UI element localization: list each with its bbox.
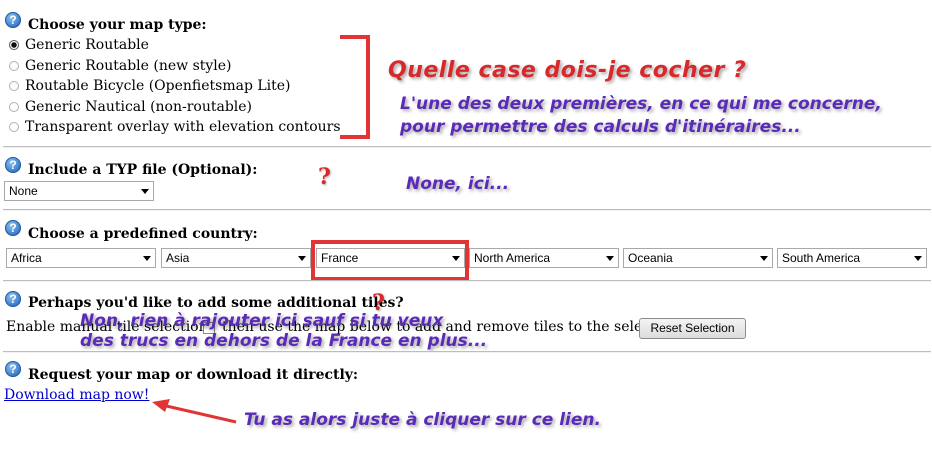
typ-file-heading: Include a TYP file (Optional): <box>28 162 258 178</box>
help-icon[interactable]: ? <box>5 291 21 307</box>
chevron-down-icon <box>606 256 614 261</box>
divider <box>3 280 931 282</box>
typ-file-select[interactable]: None <box>4 181 154 201</box>
country-select-south-america[interactable]: South America <box>777 248 927 268</box>
radio-generic-routable[interactable] <box>9 40 19 50</box>
help-icon[interactable]: ? <box>5 361 21 377</box>
help-icon[interactable]: ? <box>5 157 21 173</box>
country-select-north-america[interactable]: North America <box>469 248 619 268</box>
annotation-text: None, ici... <box>406 174 510 194</box>
select-value: South America <box>782 251 861 265</box>
annotation-bracket <box>340 35 370 139</box>
tiles-heading: Perhaps you'd like to add some additiona… <box>28 295 404 311</box>
download-map-link[interactable]: Download map now! <box>4 387 149 403</box>
select-value: Asia <box>166 251 190 265</box>
annotation-text: Non, rien à rajouter ici sauf si tu veux <box>80 311 444 331</box>
download-heading: Request your map or download it directly… <box>28 367 359 383</box>
select-value: Oceania <box>628 251 673 265</box>
help-icon[interactable]: ? <box>5 12 21 28</box>
annotation-text: des trucs en dehors de la France en plus… <box>80 331 488 351</box>
select-value: Africa <box>11 251 42 265</box>
chevron-down-icon <box>141 189 149 194</box>
select-value: None <box>9 184 38 198</box>
radio-label: Generic Routable (new style) <box>25 58 232 74</box>
country-select-africa[interactable]: Africa <box>6 248 156 268</box>
annotation-text: L'une des deux premières, en ce qui me c… <box>400 94 882 114</box>
chevron-down-icon <box>298 256 306 261</box>
reset-selection-button[interactable]: Reset Selection <box>639 318 746 339</box>
annotation-arrow <box>152 399 237 424</box>
radio-generic-routable-new[interactable] <box>9 61 19 71</box>
radio-generic-nautical[interactable] <box>9 102 19 112</box>
map-type-heading: Choose your map type: <box>28 17 207 33</box>
divider <box>3 146 931 148</box>
radio-routable-bicycle[interactable] <box>9 81 19 91</box>
radio-transparent-overlay[interactable] <box>9 122 19 132</box>
radio-label: Generic Routable <box>25 37 149 53</box>
chevron-down-icon <box>914 256 922 261</box>
select-value: North America <box>474 251 551 265</box>
country-select-asia[interactable]: Asia <box>161 248 311 268</box>
country-select-oceania[interactable]: Oceania <box>623 248 773 268</box>
chevron-down-icon <box>143 256 151 261</box>
annotation-question-mark: ? <box>318 164 331 190</box>
annotation-text: Tu as alors juste à cliquer sur ce lien. <box>244 410 601 430</box>
help-icon[interactable]: ? <box>5 220 21 236</box>
country-heading: Choose a predefined country: <box>28 226 258 242</box>
radio-label: Routable Bicycle (Openfietsmap Lite) <box>25 78 291 94</box>
annotation-title: Quelle case dois-je cocher ? <box>388 58 747 83</box>
annotation-text: pour permettre des calculs d'itinéraires… <box>400 117 801 137</box>
divider <box>3 351 931 353</box>
radio-label: Generic Nautical (non-routable) <box>25 99 253 115</box>
chevron-down-icon <box>760 256 768 261</box>
divider <box>3 209 931 211</box>
radio-label: Transparent overlay with elevation conto… <box>25 119 341 135</box>
annotation-highlight-box <box>311 240 469 281</box>
